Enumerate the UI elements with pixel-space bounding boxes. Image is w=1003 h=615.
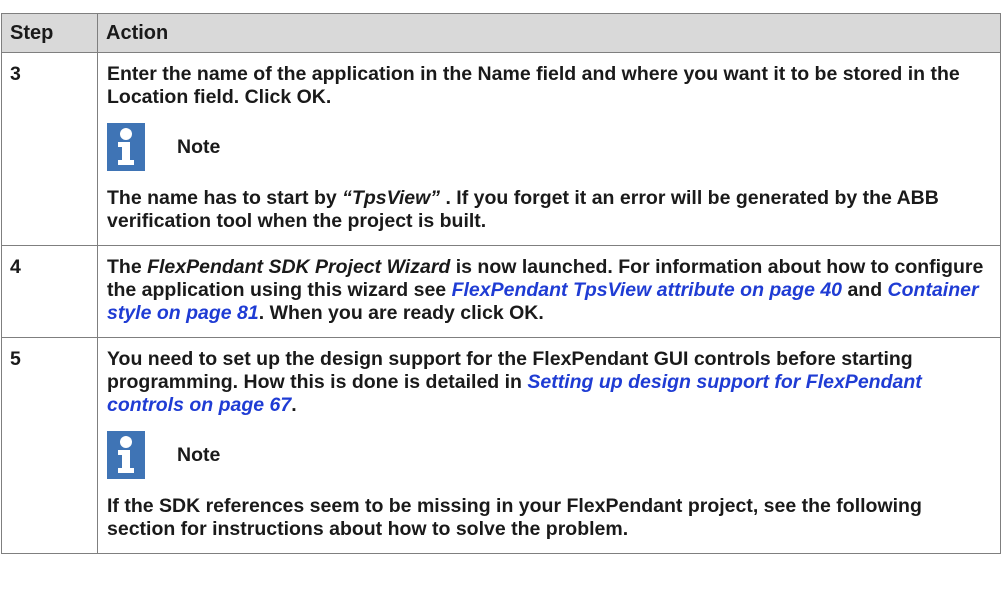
note-text: The name has to start by “TpsView” . If … [107, 187, 992, 233]
note-title: Note [177, 443, 221, 466]
text-run: . [325, 86, 332, 108]
note-title: Note [177, 135, 221, 158]
action-text: The FlexPendant SDK Project Wizard is no… [107, 256, 992, 325]
step-number: 4 [1, 245, 98, 338]
table-row: 3 Enter the name of the application in t… [1, 52, 1001, 246]
text-run: field. Click [188, 86, 297, 108]
info-icon [107, 123, 145, 171]
step-column-header: Step [1, 13, 98, 53]
ui-term-ok: OK [509, 302, 539, 324]
ui-term-name: Name [477, 63, 531, 85]
ui-term-ok: OK [296, 86, 326, 108]
table-row: 4 The FlexPendant SDK Project Wizard is … [1, 245, 1001, 338]
step-number: 3 [1, 52, 98, 246]
note-callout: Note [107, 431, 992, 479]
action-text: Enter the name of the application in the… [107, 63, 992, 109]
table-header-row: Step Action [1, 13, 1001, 53]
note-text: If the SDK references seem to be missing… [107, 495, 922, 540]
text-run: Enter the name of the application in the [107, 63, 478, 85]
step-number: 5 [1, 337, 98, 554]
action-cell: You need to set up the design support fo… [97, 337, 1001, 554]
action-column-header: Action [97, 13, 1001, 53]
note-callout: Note [107, 123, 992, 171]
text-run: field and where you want it to be stored… [530, 63, 960, 85]
link-tpsview-attribute[interactable]: FlexPendant TpsView attribute on page 40 [452, 279, 842, 301]
table-row: 5 You need to set up the design support … [1, 337, 1001, 554]
action-cell: Enter the name of the application in the… [97, 52, 1001, 246]
action-text: You need to set up the design support fo… [107, 348, 992, 417]
text-run: . When you are ready click [258, 302, 510, 324]
text-run: The name has to start by [107, 187, 343, 209]
ui-term-location: Location [107, 86, 189, 108]
text-run: . [291, 394, 297, 416]
text-run: and [842, 279, 888, 301]
procedure-table: Step Action 3 Enter the name of the appl… [1, 13, 1001, 554]
action-cell: The FlexPendant SDK Project Wizard is no… [97, 245, 1001, 338]
code-term: “TpsView” [342, 187, 441, 209]
info-icon [107, 431, 145, 479]
text-run: . [538, 302, 544, 324]
text-run: The [107, 256, 148, 278]
product-term: FlexPendant SDK Project Wizard [147, 256, 451, 278]
